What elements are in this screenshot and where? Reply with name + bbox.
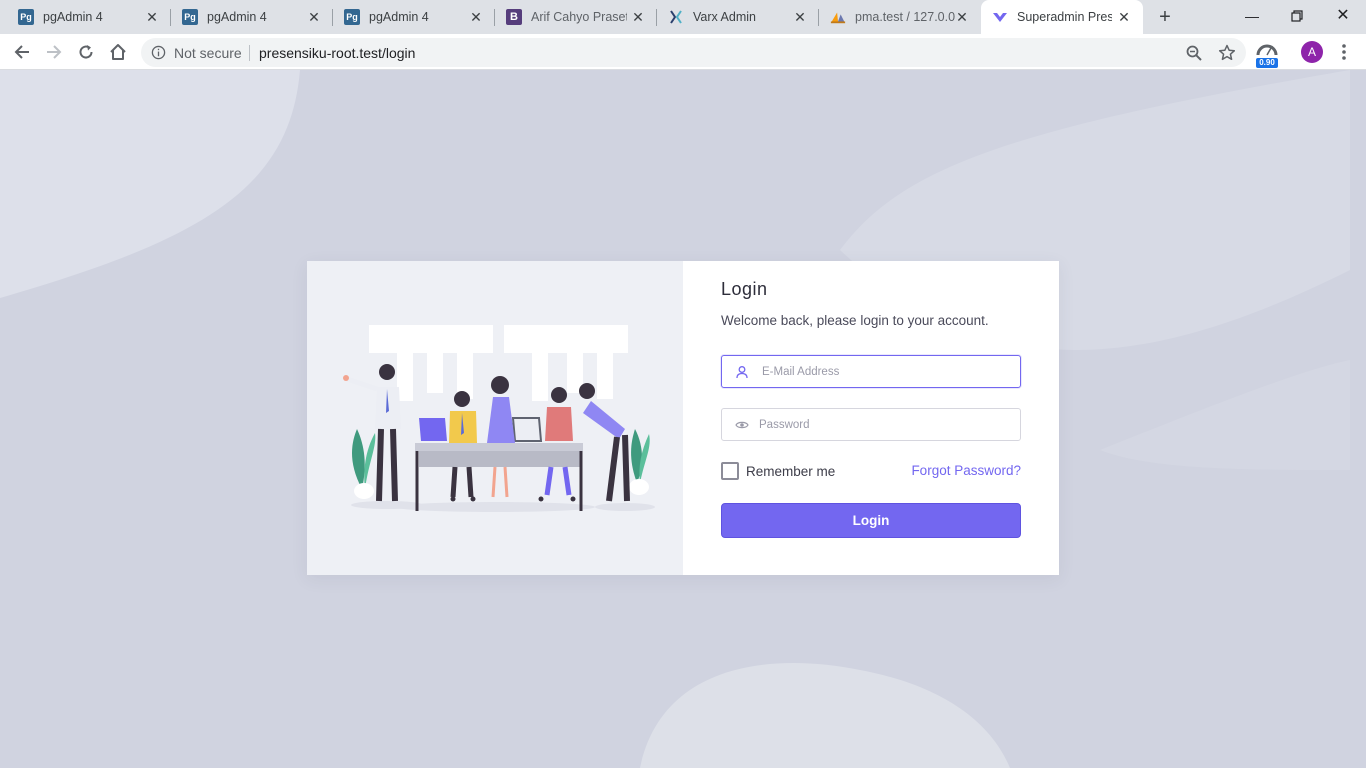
forgot-password-link[interactable]: Forgot Password? bbox=[911, 463, 1021, 478]
forward-arrow-icon bbox=[47, 45, 62, 59]
page-content: Login Welcome back, please login to your… bbox=[0, 70, 1366, 768]
bootstrap-favicon-icon: B bbox=[506, 9, 522, 25]
close-tab-icon[interactable]: ✕ bbox=[955, 10, 969, 24]
browser-tab[interactable]: pma.test / 127.0.0 ✕ bbox=[819, 0, 981, 34]
close-tab-icon[interactable]: ✕ bbox=[793, 10, 807, 24]
tab-title: pma.test / 127.0.0 bbox=[855, 10, 955, 24]
phpmyadmin-sail-icon bbox=[830, 9, 846, 25]
tab-title: Arif Cahyo Prasety bbox=[531, 10, 627, 24]
minimize-window-button[interactable]: — bbox=[1240, 4, 1264, 28]
eye-icon[interactable] bbox=[735, 418, 749, 432]
pgadmin-favicon-icon: Pg bbox=[344, 9, 360, 25]
address-bar[interactable]: Not secure presensiku-root.test/login bbox=[141, 38, 1246, 67]
remember-me[interactable]: Remember me bbox=[721, 462, 835, 480]
new-tab-button[interactable]: + bbox=[1155, 7, 1175, 27]
heart-logo-icon bbox=[992, 9, 1008, 25]
close-tab-icon[interactable]: ✕ bbox=[307, 10, 321, 24]
back-arrow-icon bbox=[14, 45, 29, 59]
login-title: Login bbox=[721, 279, 768, 299]
browser-tab-active[interactable]: Superadmin Prese ✕ bbox=[981, 0, 1143, 34]
password-field[interactable] bbox=[721, 408, 1021, 441]
browser-tab[interactable]: Pg pgAdmin 4 ✕ bbox=[0, 0, 171, 34]
bookmark-star-icon[interactable] bbox=[1218, 44, 1236, 62]
extension-speedometer-icon[interactable]: 0.90 bbox=[1256, 42, 1278, 68]
team-working-illustration bbox=[343, 325, 655, 512]
extension-badge: 0.90 bbox=[1256, 58, 1278, 68]
profile-avatar[interactable]: A bbox=[1301, 41, 1323, 63]
zoom-icon[interactable] bbox=[1185, 44, 1203, 62]
browser-menu-icon[interactable] bbox=[1336, 40, 1352, 64]
scrollbar[interactable] bbox=[1350, 70, 1366, 768]
tab-title: Superadmin Prese bbox=[1017, 10, 1112, 24]
browser-tab[interactable]: Varx Admin ✕ bbox=[657, 0, 819, 34]
tab-title: Varx Admin bbox=[693, 10, 756, 24]
pgadmin-favicon-icon: Pg bbox=[18, 9, 34, 25]
reload-button[interactable] bbox=[74, 40, 98, 64]
url-text[interactable]: presensiku-root.test/login bbox=[259, 45, 415, 61]
back-button[interactable] bbox=[10, 40, 34, 64]
security-status-label[interactable]: Not secure bbox=[174, 45, 242, 61]
remember-checkbox[interactable] bbox=[721, 462, 739, 480]
login-subtitle: Welcome back, please login to your accou… bbox=[721, 313, 989, 328]
close-tab-icon[interactable]: ✕ bbox=[631, 10, 645, 24]
close-tab-icon[interactable]: ✕ bbox=[469, 10, 483, 24]
password-input[interactable] bbox=[759, 409, 1009, 440]
email-field[interactable] bbox=[721, 355, 1021, 388]
browser-tab-strip: Pg pgAdmin 4 ✕ Pg pgAdmin 4 ✕ Pg pgAdmin… bbox=[0, 0, 1366, 34]
varx-logo-icon bbox=[668, 9, 684, 25]
pgadmin-favicon-icon: Pg bbox=[182, 9, 198, 25]
close-window-button[interactable]: ✕ bbox=[1331, 4, 1355, 28]
browser-toolbar: Not secure presensiku-root.test/login 0.… bbox=[0, 34, 1366, 70]
browser-tab[interactable]: Pg pgAdmin 4 ✕ bbox=[171, 0, 333, 34]
close-tab-icon[interactable]: ✕ bbox=[145, 10, 159, 24]
home-icon bbox=[110, 44, 126, 60]
remember-label[interactable]: Remember me bbox=[746, 464, 835, 479]
tab-title: pgAdmin 4 bbox=[43, 10, 103, 24]
login-card: Login Welcome back, please login to your… bbox=[307, 261, 1059, 575]
address-separator bbox=[249, 45, 250, 61]
email-input[interactable] bbox=[762, 356, 1012, 387]
browser-tab[interactable]: Pg pgAdmin 4 ✕ bbox=[333, 0, 495, 34]
login-form: Login Welcome back, please login to your… bbox=[683, 261, 1059, 575]
browser-tab[interactable]: B Arif Cahyo Prasety ✕ bbox=[495, 0, 657, 34]
user-icon bbox=[736, 366, 748, 379]
tab-title: pgAdmin 4 bbox=[369, 10, 429, 24]
login-button[interactable]: Login bbox=[721, 503, 1021, 538]
forward-button[interactable] bbox=[42, 40, 66, 64]
tab-title: pgAdmin 4 bbox=[207, 10, 267, 24]
home-button[interactable] bbox=[106, 40, 130, 64]
close-tab-icon[interactable]: ✕ bbox=[1117, 10, 1131, 24]
restore-window-button[interactable] bbox=[1285, 4, 1309, 28]
reload-icon bbox=[79, 45, 93, 59]
info-icon[interactable] bbox=[151, 45, 166, 60]
illustration-panel bbox=[307, 261, 683, 575]
